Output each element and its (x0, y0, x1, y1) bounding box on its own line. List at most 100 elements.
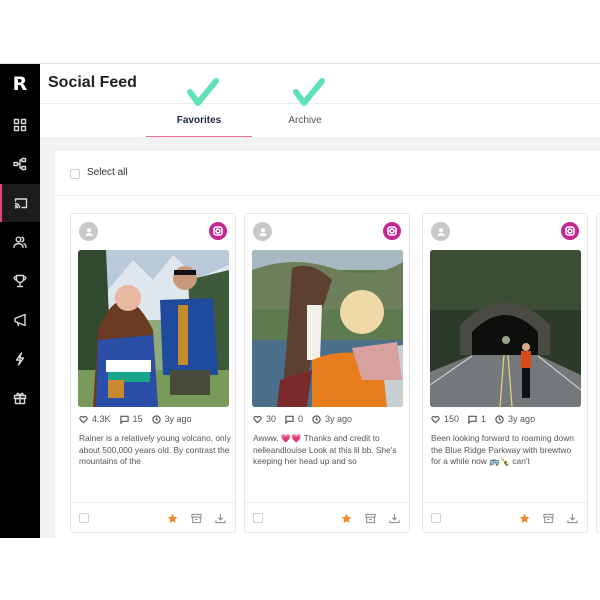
download-button[interactable] (566, 512, 579, 525)
heart-icon (253, 415, 262, 423)
sidebar-item-dashboard[interactable] (0, 106, 40, 144)
star-icon (519, 513, 530, 523)
page-title: Social Feed (48, 74, 137, 91)
heart-icon (79, 415, 88, 423)
post-select-checkbox[interactable] (79, 513, 89, 523)
post-caption: Rainer is a relatively young volcano, on… (79, 433, 231, 466)
tab-bar: Favorites Archive (40, 104, 600, 137)
feed-content: Select all 4.3K 15 3y ago Rainer is a re… (40, 137, 600, 538)
avatar (253, 222, 272, 241)
time-stat: 3y ago (495, 414, 535, 424)
avatar (431, 222, 450, 241)
card-actions (71, 502, 235, 533)
checkmark-annotation-favorites (187, 78, 219, 106)
lightning-icon (15, 352, 25, 366)
select-all-label: Select all (87, 167, 128, 178)
comments-count: 0 (298, 414, 304, 424)
likes-stat: 4.3K (79, 414, 111, 424)
post-stats: 150 1 3y ago (431, 412, 544, 426)
star-icon (167, 513, 178, 523)
instagram-icon (213, 226, 223, 236)
sidebar: R (0, 64, 40, 538)
post-image[interactable] (78, 250, 229, 407)
app-window: R Social Feed Favorites Archive Select a… (0, 63, 600, 538)
post-select-checkbox[interactable] (431, 513, 441, 523)
post-stats: 4.3K 15 3y ago (79, 412, 201, 426)
user-icon (437, 227, 444, 236)
card-actions (423, 502, 587, 533)
star-icon (341, 513, 352, 523)
gift-icon (13, 392, 27, 405)
post-card-partial[interactable] (596, 213, 600, 533)
likes-stat: 30 (253, 414, 276, 424)
instagram-badge[interactable] (383, 222, 401, 240)
clock-icon (495, 414, 504, 424)
sidebar-item-hierarchy[interactable] (0, 145, 40, 183)
post-caption: Awww. 💗💗 Thanks and credit to nelleandlo… (253, 433, 397, 466)
post-image[interactable] (252, 250, 403, 407)
sidebar-item-gifts[interactable] (0, 379, 40, 417)
post-photo-hikers (78, 250, 229, 407)
post-card[interactable]: 150 1 3y ago Been looking forward to roa… (422, 213, 588, 533)
comments-count: 1 (481, 414, 487, 424)
comments-stat: 0 (285, 414, 303, 424)
post-time: 3y ago (164, 414, 192, 424)
archive-icon (191, 513, 202, 524)
post-card[interactable]: 4.3K 15 3y ago Rainer is a relatively yo… (70, 213, 236, 533)
favorite-button[interactable] (518, 512, 531, 525)
download-button[interactable] (388, 512, 401, 525)
tab-archive[interactable]: Archive (260, 104, 350, 137)
likes-count: 30 (266, 414, 277, 424)
tab-favorites[interactable]: Favorites (146, 104, 252, 137)
hierarchy-icon (13, 157, 27, 171)
post-stats: 30 0 3y ago (253, 412, 361, 426)
clock-icon (151, 414, 161, 424)
archive-button[interactable] (190, 512, 203, 525)
download-icon (215, 513, 226, 524)
sidebar-item-users[interactable] (0, 223, 40, 261)
select-all-bar: Select all (55, 151, 600, 196)
post-select-checkbox[interactable] (253, 513, 263, 523)
dashboard-grid-icon (13, 118, 27, 132)
avatar (79, 222, 98, 241)
likes-count: 4.3K (92, 414, 111, 424)
favorite-button[interactable] (166, 512, 179, 525)
favorite-button[interactable] (340, 512, 353, 525)
main-panel: Social Feed Favorites Archive Select all (40, 64, 600, 538)
heart-icon (431, 415, 440, 423)
archive-icon (365, 513, 376, 524)
instagram-icon (387, 226, 397, 236)
app-logo[interactable]: R (0, 70, 40, 98)
download-button[interactable] (214, 512, 227, 525)
post-time: 3y ago (508, 414, 536, 424)
trophy-icon (13, 274, 27, 288)
sidebar-item-campaigns[interactable] (0, 301, 40, 339)
post-time: 3y ago (325, 414, 353, 424)
post-photo-tunnel (430, 250, 581, 407)
sidebar-item-automations[interactable] (0, 340, 40, 378)
post-card[interactable]: 30 0 3y ago Awww. 💗💗 Thanks and credit t… (244, 213, 410, 533)
archive-button[interactable] (364, 512, 377, 525)
time-stat: 3y ago (151, 414, 192, 424)
checkmark-annotation-archive (293, 78, 325, 106)
user-icon (259, 227, 266, 236)
download-icon (389, 513, 400, 524)
archive-button[interactable] (542, 512, 555, 525)
megaphone-icon (14, 313, 26, 327)
instagram-icon (565, 226, 575, 236)
comment-icon (285, 415, 294, 424)
comment-icon (468, 415, 477, 424)
select-all-checkbox[interactable] (70, 169, 80, 179)
comment-icon (119, 415, 129, 424)
sidebar-item-rewards[interactable] (0, 262, 40, 300)
post-caption: Been looking forward to roaming down the… (431, 433, 574, 466)
clock-icon (312, 414, 321, 424)
comments-count: 15 (132, 414, 143, 424)
user-icon (85, 227, 92, 236)
post-image[interactable] (430, 250, 581, 407)
instagram-badge[interactable] (561, 222, 579, 240)
instagram-badge[interactable] (209, 222, 227, 240)
cast-icon (14, 198, 28, 209)
sidebar-item-social-feed[interactable] (0, 184, 40, 222)
time-stat: 3y ago (312, 414, 352, 424)
